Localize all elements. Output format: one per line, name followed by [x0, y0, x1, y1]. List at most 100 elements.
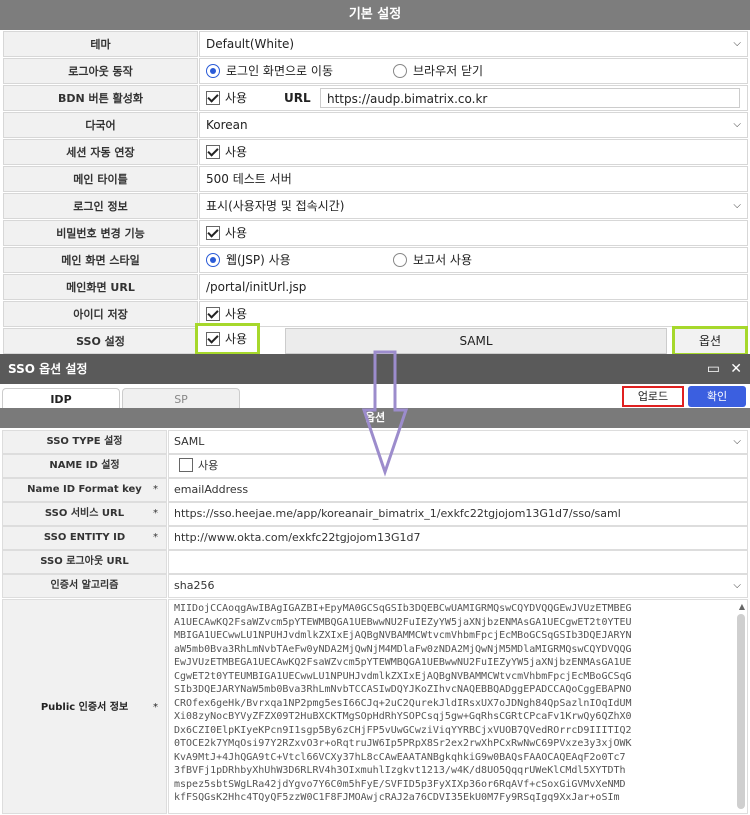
main-url-input[interactable]: /portal/initUrl.jsp	[199, 274, 748, 300]
cert-alg-select[interactable]: sha256 ⌵	[168, 574, 748, 598]
close-icon[interactable]: ✕	[730, 354, 742, 384]
main-url-row: 메인화면 URL /portal/initUrl.jsp	[0, 274, 750, 301]
basic-settings-panel: 기본 설정 테마 Default(White) ⌵ 로그아웃 동작 로그인 화면…	[0, 0, 750, 356]
sso-type-label: SSO TYPE 설정	[2, 430, 167, 454]
required-mark: *	[153, 484, 158, 495]
option-button[interactable]: 옵션	[672, 326, 748, 356]
upload-button[interactable]: 업로드	[622, 386, 684, 407]
required-mark: *	[153, 508, 158, 519]
public-cert-row: Public 인증서 정보 * MIIDojCCAoqgAwIBAgIGAZBI+…	[0, 599, 750, 814]
name-id-row: NAME ID 설정 사용	[0, 454, 750, 478]
bdn-url-input[interactable]: https://audp.bimatrix.co.kr	[320, 88, 740, 108]
sso-label: SSO 설정	[3, 328, 198, 354]
session-row: 세션 자동 연장 사용	[0, 139, 750, 166]
main-url-label: 메인화면 URL	[3, 274, 198, 300]
sso-option-dialog: SSO 옵션 설정 ▭ ✕ IDP SP 업로드 확인 옵션 SSO TYPE …	[0, 354, 750, 814]
maximize-icon[interactable]: ▭	[707, 354, 720, 384]
checkbox-checked-icon	[206, 144, 220, 159]
section-header: 옵션	[0, 408, 750, 428]
confirm-button[interactable]: 확인	[688, 386, 746, 407]
checkbox-checked-icon	[206, 331, 220, 346]
main-style-label: 메인 화면 스타일	[3, 247, 198, 273]
name-id-label: NAME ID 설정	[2, 454, 167, 478]
bdn-url-label: URL	[284, 91, 311, 105]
session-checkbox[interactable]: 사용	[206, 144, 247, 159]
cert-alg-label: 인증서 알고리즘	[2, 574, 167, 598]
login-info-select[interactable]: 표시(사용자명 및 접속시간) ⌵	[199, 193, 748, 219]
saml-button[interactable]: SAML	[285, 328, 667, 354]
theme-label: 테마	[3, 31, 198, 57]
main-style-report-radio[interactable]: 보고서 사용	[393, 248, 472, 272]
main-title-row: 메인 타이틀 500 테스트 서버	[0, 166, 750, 193]
chevron-down-icon: ⌵	[733, 38, 741, 49]
public-cert-label: Public 인증서 정보	[40, 702, 129, 713]
sso-row: SSO 설정 사용 SAML 옵션	[0, 323, 750, 356]
logout-row: 로그아웃 동작 로그인 화면으로 이동 브라우저 닫기	[0, 58, 750, 85]
public-cert-textarea[interactable]: MIIDojCCAoqgAwIBAgIGAZBI+EpyMA0GCSqGSIb3…	[168, 599, 748, 814]
name-id-format-input[interactable]: emailAddress	[168, 478, 748, 502]
id-save-row: 아이디 저장 사용	[0, 301, 750, 328]
main-title-input[interactable]: 500 테스트 서버	[199, 166, 748, 192]
sso-url-input[interactable]: https://sso.heejae.me/app/koreanair_bima…	[168, 502, 748, 526]
logout-label: 로그아웃 동작	[3, 58, 198, 84]
session-label: 세션 자동 연장	[3, 139, 198, 165]
radio-selected-icon	[206, 252, 220, 267]
bdn-checkbox[interactable]: 사용	[206, 90, 247, 105]
checkbox-checked-icon	[206, 90, 220, 105]
language-select[interactable]: Korean ⌵	[199, 112, 748, 138]
logout-option-login-radio[interactable]: 로그인 화면으로 이동	[206, 63, 333, 78]
radio-empty-icon	[393, 252, 407, 267]
bdn-label: BDN 버튼 활성화	[3, 85, 198, 111]
password-change-label: 비밀번호 변경 기능	[3, 220, 198, 246]
sso-url-label: SSO 서비스 URL	[44, 508, 125, 519]
tab-sp[interactable]: SP	[122, 388, 240, 410]
required-mark: *	[153, 702, 158, 713]
chevron-down-icon: ⌵	[733, 580, 741, 591]
theme-select[interactable]: Default(White) ⌵	[199, 31, 748, 57]
password-change-checkbox[interactable]: 사용	[206, 225, 247, 240]
theme-row: 테마 Default(White) ⌵	[0, 31, 750, 58]
logout-url-input[interactable]	[168, 550, 748, 574]
entity-id-row: SSO ENTITY ID * http://www.okta.com/exkfc…	[0, 526, 750, 550]
entity-id-input[interactable]: http://www.okta.com/exkfc22tgjojom13G1d7	[168, 526, 748, 550]
main-style-web-radio[interactable]: 웹(JSP) 사용	[206, 252, 291, 267]
name-id-format-row: Name ID Format key * emailAddress	[0, 478, 750, 502]
chevron-down-icon: ⌵	[733, 119, 741, 130]
sso-url-row: SSO 서비스 URL * https://sso.heejae.me/app/k…	[0, 502, 750, 526]
bdn-row: BDN 버튼 활성화 사용 URL https://audp.bimatrix.…	[0, 85, 750, 112]
sso-checkbox[interactable]: 사용	[195, 323, 260, 355]
checkbox-checked-icon	[206, 306, 220, 321]
login-info-row: 로그인 정보 표시(사용자명 및 접속시간) ⌵	[0, 193, 750, 220]
radio-selected-icon	[206, 63, 220, 78]
scrollbar[interactable]	[737, 614, 745, 809]
password-change-row: 비밀번호 변경 기능 사용	[0, 220, 750, 247]
cert-alg-row: 인증서 알고리즘 sha256 ⌵	[0, 574, 750, 598]
panel-title: 기본 설정	[0, 0, 750, 30]
login-info-label: 로그인 정보	[3, 193, 198, 219]
cert-text: MIIDojCCAoqgAwIBAgIGAZBI+EpyMA0GCSqGSIb3…	[174, 603, 632, 803]
dialog-title: SSO 옵션 설정	[8, 362, 88, 376]
language-row: 다국어 Korean ⌵	[0, 112, 750, 139]
id-save-checkbox[interactable]: 사용	[206, 306, 247, 321]
logout-url-label: SSO 로그아웃 URL	[2, 550, 167, 574]
radio-empty-icon	[393, 63, 407, 78]
checkbox-unchecked-icon	[179, 458, 193, 472]
main-style-row: 메인 화면 스타일 웹(JSP) 사용 보고서 사용	[0, 247, 750, 274]
language-label: 다국어	[3, 112, 198, 138]
main-title-label: 메인 타이틀	[3, 166, 198, 192]
entity-id-label: SSO ENTITY ID	[43, 532, 126, 543]
chevron-down-icon: ⌵	[733, 436, 741, 447]
sso-type-row: SSO TYPE 설정 SAML ⌵	[0, 430, 750, 454]
id-save-label: 아이디 저장	[3, 301, 198, 327]
logout-url-row: SSO 로그아웃 URL	[0, 550, 750, 574]
tab-idp[interactable]: IDP	[2, 388, 120, 410]
name-id-format-label: Name ID Format key	[27, 484, 142, 495]
logout-option-close-radio[interactable]: 브라우저 닫기	[393, 59, 483, 83]
checkbox-checked-icon	[206, 225, 220, 240]
chevron-down-icon: ⌵	[733, 200, 741, 211]
required-mark: *	[153, 532, 158, 543]
dialog-tabs: IDP SP 업로드 확인	[0, 384, 750, 410]
sso-type-select[interactable]: SAML ⌵	[168, 430, 748, 454]
scroll-up-icon[interactable]: ▲	[739, 602, 745, 611]
name-id-checkbox[interactable]: 사용	[168, 454, 748, 478]
